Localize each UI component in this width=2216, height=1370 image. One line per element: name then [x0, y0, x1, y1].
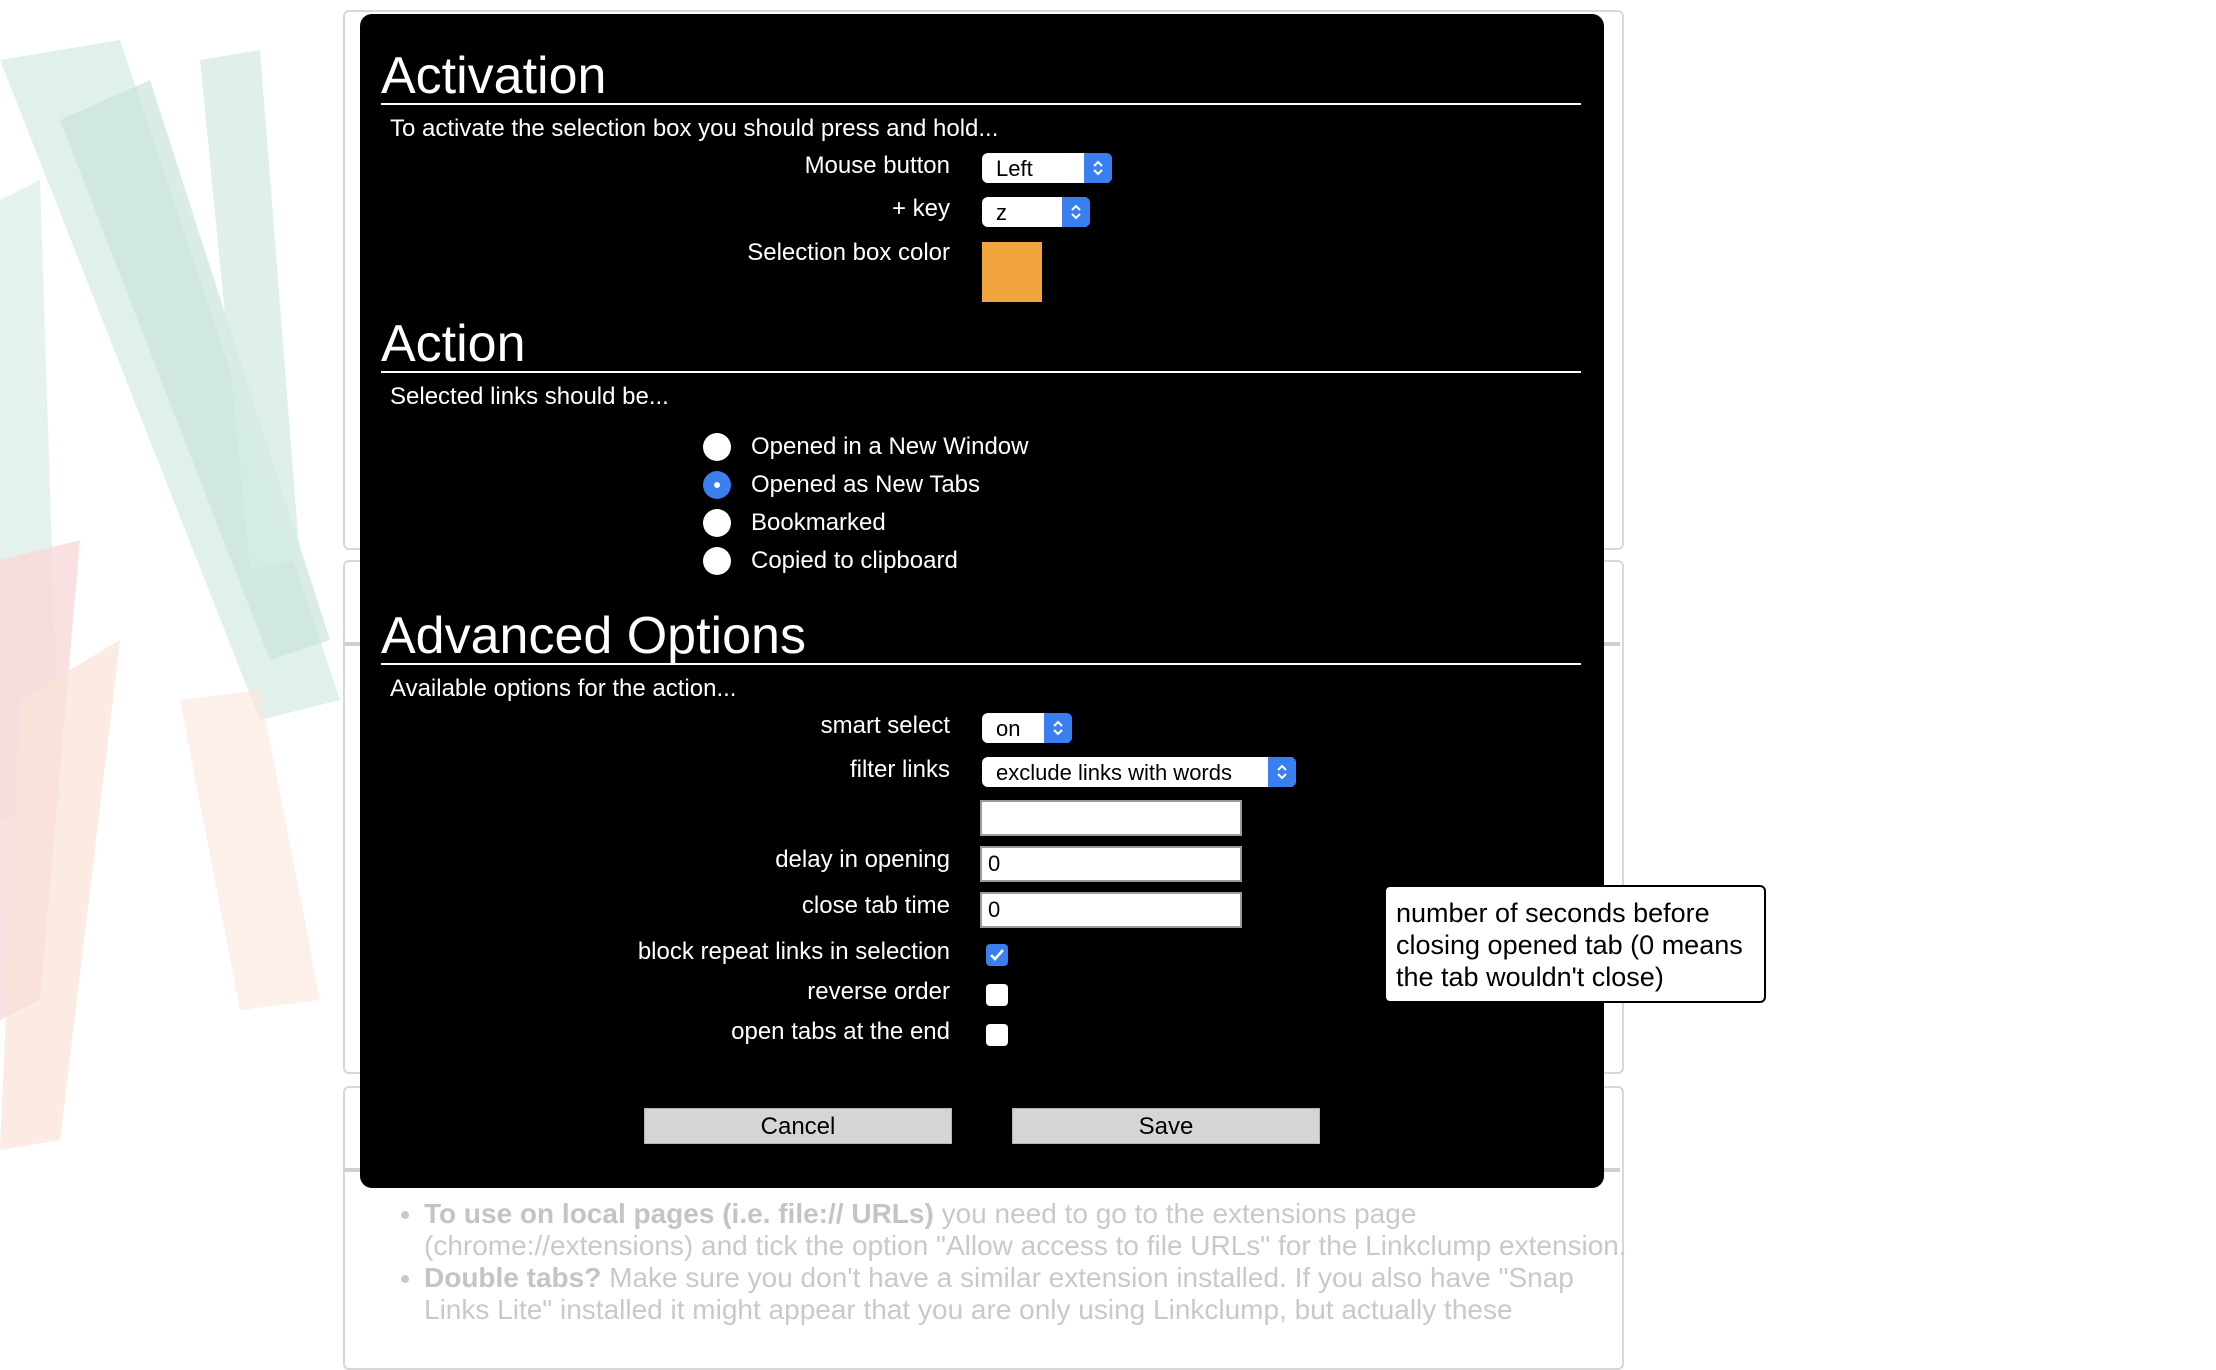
- section-divider: [381, 103, 1581, 105]
- action-intro: Selected links should be...: [390, 383, 669, 410]
- filter-links-label: filter links: [849, 756, 950, 783]
- action-option-new-tabs[interactable]: Opened as New Tabs: [703, 470, 980, 500]
- radio-label: Bookmarked: [751, 509, 886, 536]
- reverse-order-checkbox[interactable]: [986, 984, 1008, 1006]
- reverse-order-label: reverse order: [807, 978, 950, 1005]
- background-notes-list: To use on local pages (i.e. file:// URLs…: [372, 1198, 1644, 1326]
- close-tab-time-input[interactable]: 0: [980, 892, 1242, 928]
- smart-select-label: smart select: [820, 712, 950, 739]
- advanced-heading: Advanced Options: [381, 607, 806, 665]
- background-note: To use on local pages (i.e. file:// URLs…: [424, 1198, 1644, 1262]
- mouse-button-select[interactable]: Left: [982, 153, 1112, 183]
- mouse-button-value: Left: [996, 156, 1033, 181]
- key-select[interactable]: z: [982, 197, 1090, 227]
- select-chevron-icon: [1268, 757, 1296, 787]
- smart-select-dropdown[interactable]: on: [982, 713, 1072, 743]
- section-divider: [381, 663, 1581, 665]
- cancel-button[interactable]: Cancel: [644, 1108, 952, 1144]
- advanced-intro: Available options for the action...: [390, 675, 737, 702]
- block-repeat-label: block repeat links in selection: [637, 938, 950, 965]
- selection-color-label: Selection box color: [747, 239, 950, 266]
- settings-dialog: Activation To activate the selection box…: [360, 14, 1604, 1188]
- save-button[interactable]: Save: [1012, 1108, 1320, 1144]
- action-option-bookmarked[interactable]: Bookmarked: [703, 508, 886, 538]
- section-divider: [381, 371, 1581, 373]
- select-chevron-icon: [1084, 153, 1112, 183]
- selection-color-swatch[interactable]: [982, 242, 1042, 302]
- action-heading: Action: [381, 315, 526, 373]
- close-tab-time-label: close tab time: [801, 892, 950, 919]
- radio-label: Opened in a New Window: [751, 433, 1029, 460]
- action-option-clipboard[interactable]: Copied to clipboard: [703, 546, 958, 576]
- mouse-button-label: Mouse button: [804, 152, 950, 179]
- open-tabs-end-label: open tabs at the end: [731, 1018, 950, 1045]
- key-label: + key: [891, 195, 950, 222]
- radio-button[interactable]: [703, 433, 731, 461]
- select-chevron-icon: [1062, 197, 1090, 227]
- background-note: Double tabs? Make sure you don't have a …: [424, 1262, 1644, 1326]
- activation-intro: To activate the selection box you should…: [390, 115, 999, 142]
- radio-button[interactable]: [703, 547, 731, 575]
- delay-opening-input[interactable]: 0: [980, 846, 1242, 882]
- radio-button-selected[interactable]: [703, 471, 731, 499]
- close-tab-time-tooltip: number of seconds before closing opened …: [1384, 885, 1766, 1003]
- key-value: z: [996, 200, 1007, 225]
- select-chevron-icon: [1044, 713, 1072, 743]
- activation-heading: Activation: [381, 47, 607, 105]
- filter-links-value: exclude links with words: [996, 760, 1232, 785]
- radio-label: Copied to clipboard: [751, 547, 958, 574]
- filter-words-input[interactable]: [980, 800, 1242, 836]
- background-logo-art: [0, 40, 340, 1150]
- radio-label: Opened as New Tabs: [751, 471, 981, 498]
- filter-links-dropdown[interactable]: exclude links with words: [982, 757, 1296, 787]
- delay-opening-label: delay in opening: [775, 846, 950, 873]
- checkmark-icon: [990, 949, 1004, 961]
- smart-select-value: on: [996, 716, 1021, 741]
- open-tabs-end-checkbox[interactable]: [986, 1024, 1008, 1046]
- action-option-new-window[interactable]: Opened in a New Window: [703, 432, 1028, 462]
- block-repeat-checkbox[interactable]: [986, 944, 1008, 966]
- radio-button[interactable]: [703, 509, 731, 537]
